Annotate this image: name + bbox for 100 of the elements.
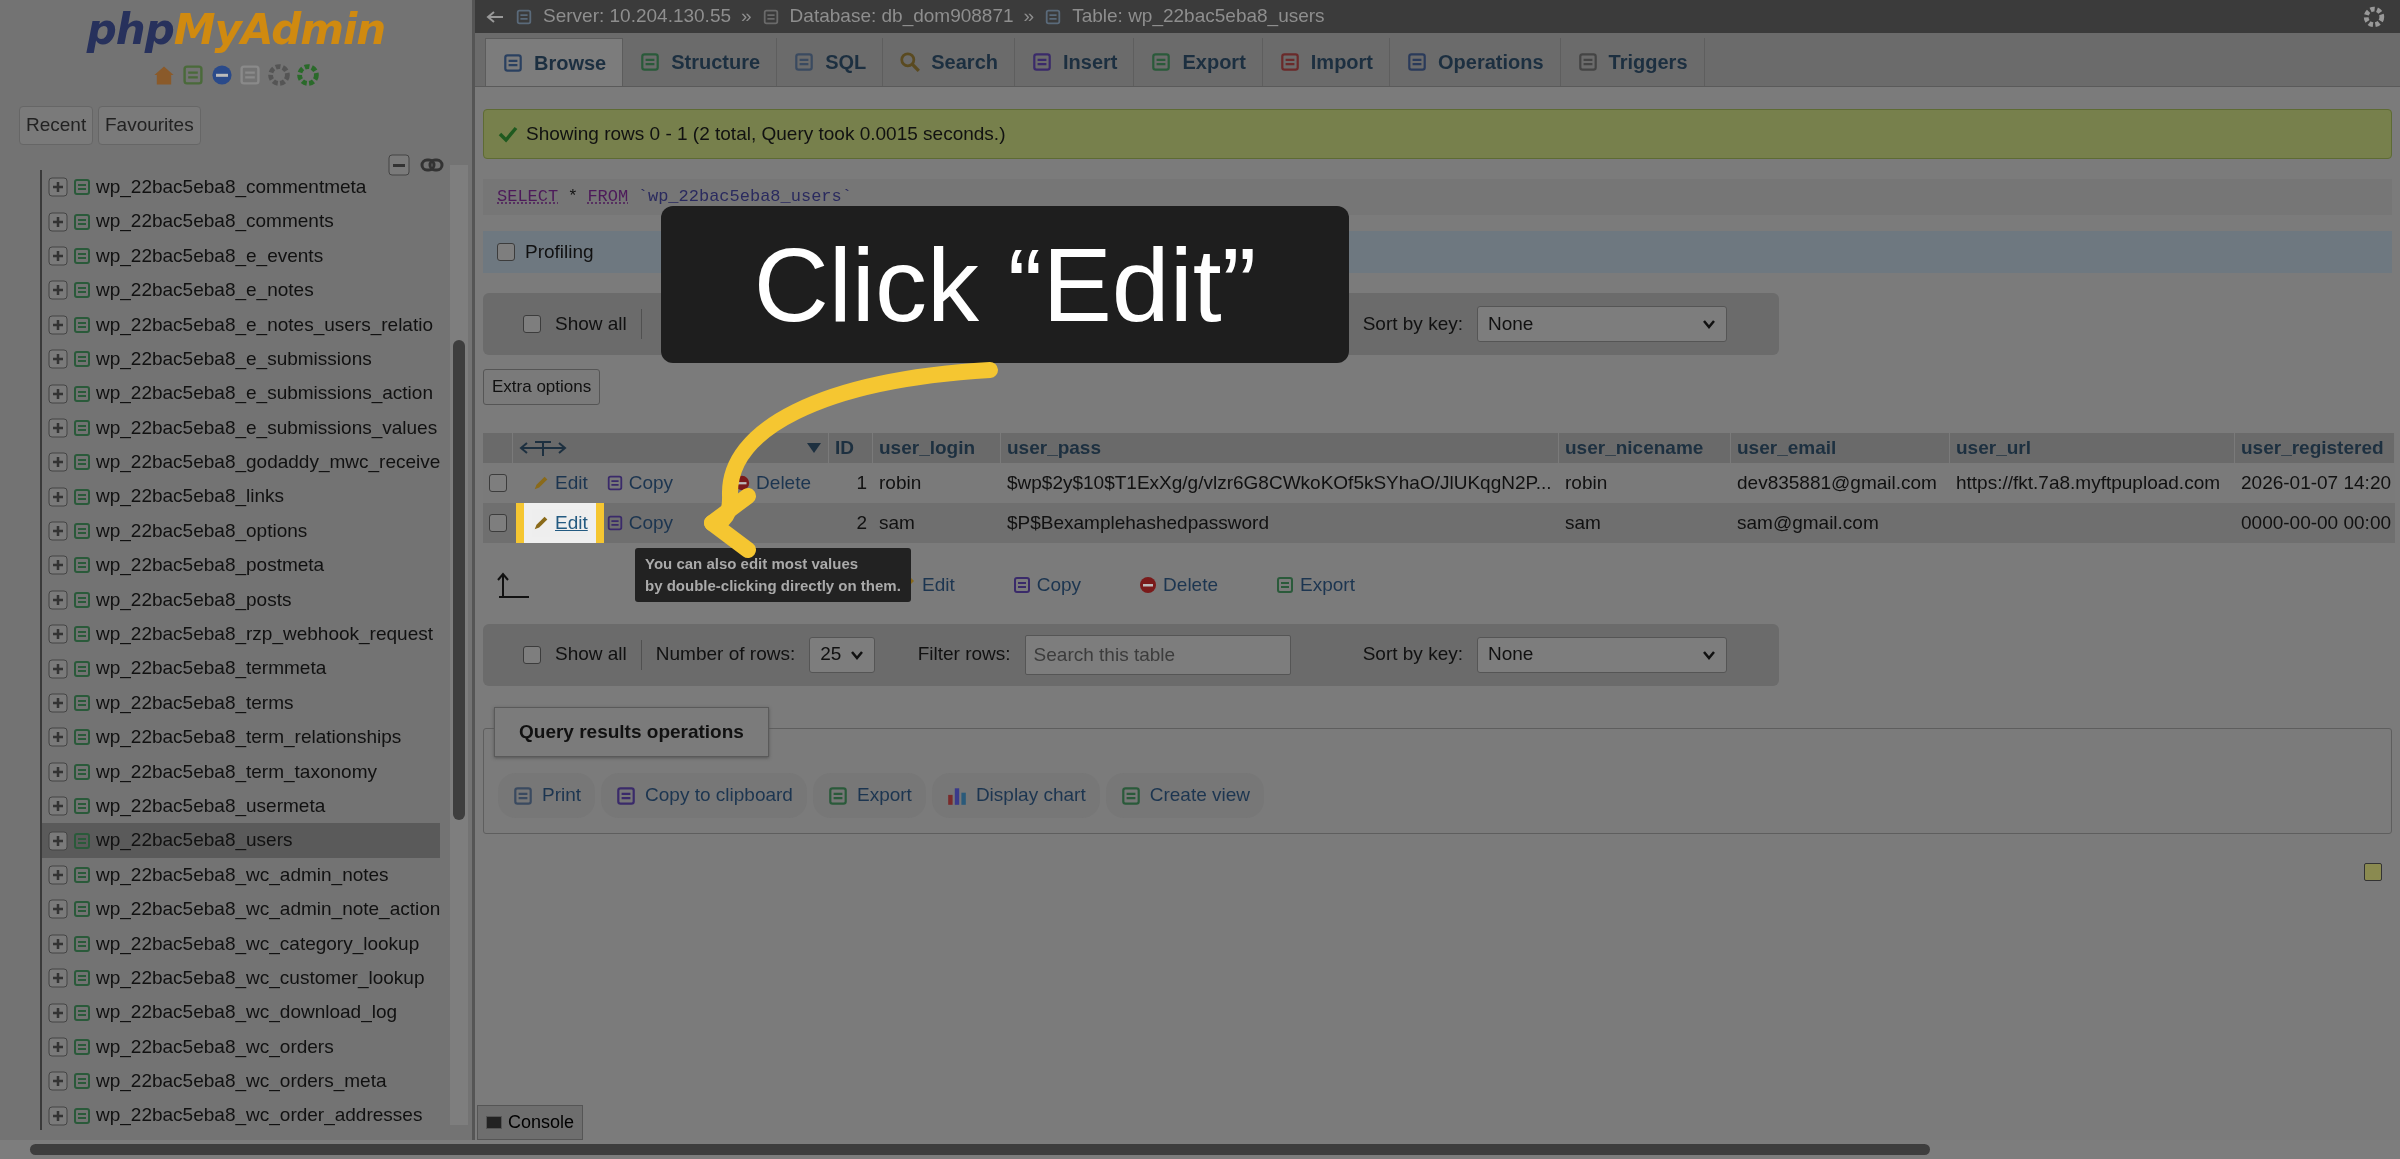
expand-icon[interactable] [48,349,68,370]
expand-icon[interactable] [48,521,68,542]
table-item[interactable]: wp_22bac5eba8_commentmeta [42,170,440,205]
expand-icon[interactable] [48,417,68,438]
expand-icon[interactable] [48,589,68,610]
table-item[interactable]: wp_22bac5eba8_wc_admin_note_action [42,892,440,927]
expand-icon[interactable] [48,1105,68,1126]
table-item[interactable]: wp_22bac5eba8_wc_order_addresses [42,1098,440,1130]
expand-icon[interactable] [48,486,68,507]
table-item[interactable]: wp_22bac5eba8_posts [42,582,440,618]
expand-icon[interactable] [48,658,68,679]
expand-icon[interactable] [48,865,68,885]
table-item[interactable]: wp_22bac5eba8_e_events [42,238,440,274]
expand-icon[interactable] [48,314,68,335]
operation-button[interactable]: Display chart [931,773,1100,818]
tab[interactable]: Operations [1390,38,1561,86]
console-button[interactable]: Console [477,1105,584,1140]
table-item[interactable]: wp_22bac5eba8_users [42,823,440,858]
checkbox[interactable] [523,315,541,333]
table-item[interactable]: wp_22bac5eba8_e_notes [42,273,440,308]
table-item[interactable]: wp_22bac5eba8_e_submissions_action [42,376,440,411]
expand-icon[interactable] [48,968,68,989]
search-field[interactable]: Search this table [1024,634,1291,675]
operation-button[interactable]: Create view [1105,773,1265,818]
sort-select[interactable]: None [1477,636,1727,673]
table-item[interactable]: wp_22bac5eba8_rzp_webhook_request [42,617,440,652]
table-item[interactable]: wp_22bac5eba8_wc_orders_meta [42,1064,440,1099]
action-link[interactable]: Edit [532,468,588,498]
table-item[interactable]: wp_22bac5eba8_comments [42,204,440,239]
column-header[interactable]: user_pass [1007,433,1101,463]
expand-icon[interactable] [48,1002,68,1023]
expand-icon[interactable] [48,452,68,473]
tab[interactable]: Browse [485,38,624,86]
tab[interactable]: Triggers [1560,38,1705,86]
sort-caret-icon[interactable] [806,442,822,454]
operation-button[interactable]: Copy to clipboard [601,773,807,818]
expand-icon[interactable] [48,383,68,404]
checkbox[interactable] [523,645,541,664]
breadcrumb-link[interactable]: Server: 10.204.130.55 [543,2,732,31]
expand-icon[interactable] [48,1071,68,1092]
bulk-action-link[interactable]: Delete [1138,571,1219,600]
table-item[interactable]: wp_22bac5eba8_term_taxonomy [42,754,440,790]
expand-icon[interactable] [48,280,68,301]
expand-icon[interactable] [48,1036,68,1057]
operation-button[interactable]: Export [812,773,926,818]
table-item[interactable]: wp_22bac5eba8_e_notes_users_relatio [42,307,440,342]
back-arrow-icon[interactable] [485,8,505,25]
checkbox[interactable] [497,243,515,261]
checkbox[interactable] [489,474,507,492]
table-item[interactable]: wp_22bac5eba8_links [42,479,440,514]
bulk-action-link[interactable]: Copy [1011,571,1082,600]
action-link[interactable]: Delete [733,468,812,498]
table-item[interactable]: wp_22bac5eba8_wc_orders [42,1029,440,1065]
bulk-action-link[interactable]: Export [1275,571,1355,600]
table-item[interactable]: wp_22bac5eba8_usermeta [42,789,440,824]
table-item[interactable]: wp_22bac5eba8_wc_customer_lookup [42,961,440,996]
table-item[interactable]: wp_22bac5eba8_wc_category_lookup [42,926,440,961]
tab[interactable]: Export [1134,38,1263,86]
breadcrumb-link[interactable]: Database: db_dom908871 [789,2,1014,31]
expand-icon[interactable] [48,555,68,576]
collapse-icon[interactable] [388,154,410,177]
action-link[interactable]: Copy [605,508,674,538]
expand-icon[interactable] [48,624,68,645]
tab[interactable]: Search [883,38,1015,86]
tab[interactable]: Insert [1015,38,1135,86]
expand-icon[interactable] [48,830,68,851]
table-item[interactable]: wp_22bac5eba8_term_relationships [42,720,440,755]
expand-icon[interactable] [48,796,68,817]
table-item[interactable]: wp_22bac5eba8_termmeta [42,651,440,686]
table-item[interactable]: wp_22bac5eba8_options [42,513,440,549]
sidebar-tab[interactable]: Recent [19,106,94,145]
sidebar-tab[interactable]: Favourites [97,106,201,145]
expand-icon[interactable] [48,693,68,714]
table-item[interactable]: wp_22bac5eba8_wc_download_log [42,995,440,1030]
checkbox[interactable] [489,514,507,532]
table-item[interactable]: wp_22bac5eba8_postmeta [42,548,440,583]
expand-icon[interactable] [48,177,68,198]
table-item[interactable]: wp_22bac5eba8_e_submissions [42,341,440,377]
column-resize-icon[interactable] [519,438,567,458]
extra-options-button[interactable]: Extra options [483,369,601,405]
expand-icon[interactable] [48,933,68,954]
rows-select[interactable]: 25 [809,636,876,673]
tab[interactable]: SQL [777,38,884,86]
table-item[interactable]: wp_22bac5eba8_wc_admin_notes [42,857,440,893]
scrollbar[interactable] [450,165,468,1125]
expand-icon[interactable] [48,899,68,920]
table-item[interactable]: wp_22bac5eba8_godaddy_mwc_receive [42,445,440,480]
action-link[interactable]: Copy [605,468,674,498]
expand-icon[interactable] [48,727,68,748]
breadcrumb-link[interactable]: Table: wp_22bac5eba8_users [1072,2,1325,31]
logo[interactable]: phpMyAdmin [0,4,472,54]
expand-icon[interactable] [48,761,68,782]
operation-button[interactable]: Print [498,773,596,818]
tab[interactable]: Structure [623,38,778,86]
table-item[interactable]: wp_22bac5eba8_terms [42,685,440,721]
sort-select[interactable]: None [1477,306,1727,342]
expand-icon[interactable] [48,211,68,232]
table-item[interactable]: wp_22bac5eba8_e_submissions_values [42,410,440,446]
tab[interactable]: Import [1262,38,1391,86]
expand-icon[interactable] [48,245,68,266]
